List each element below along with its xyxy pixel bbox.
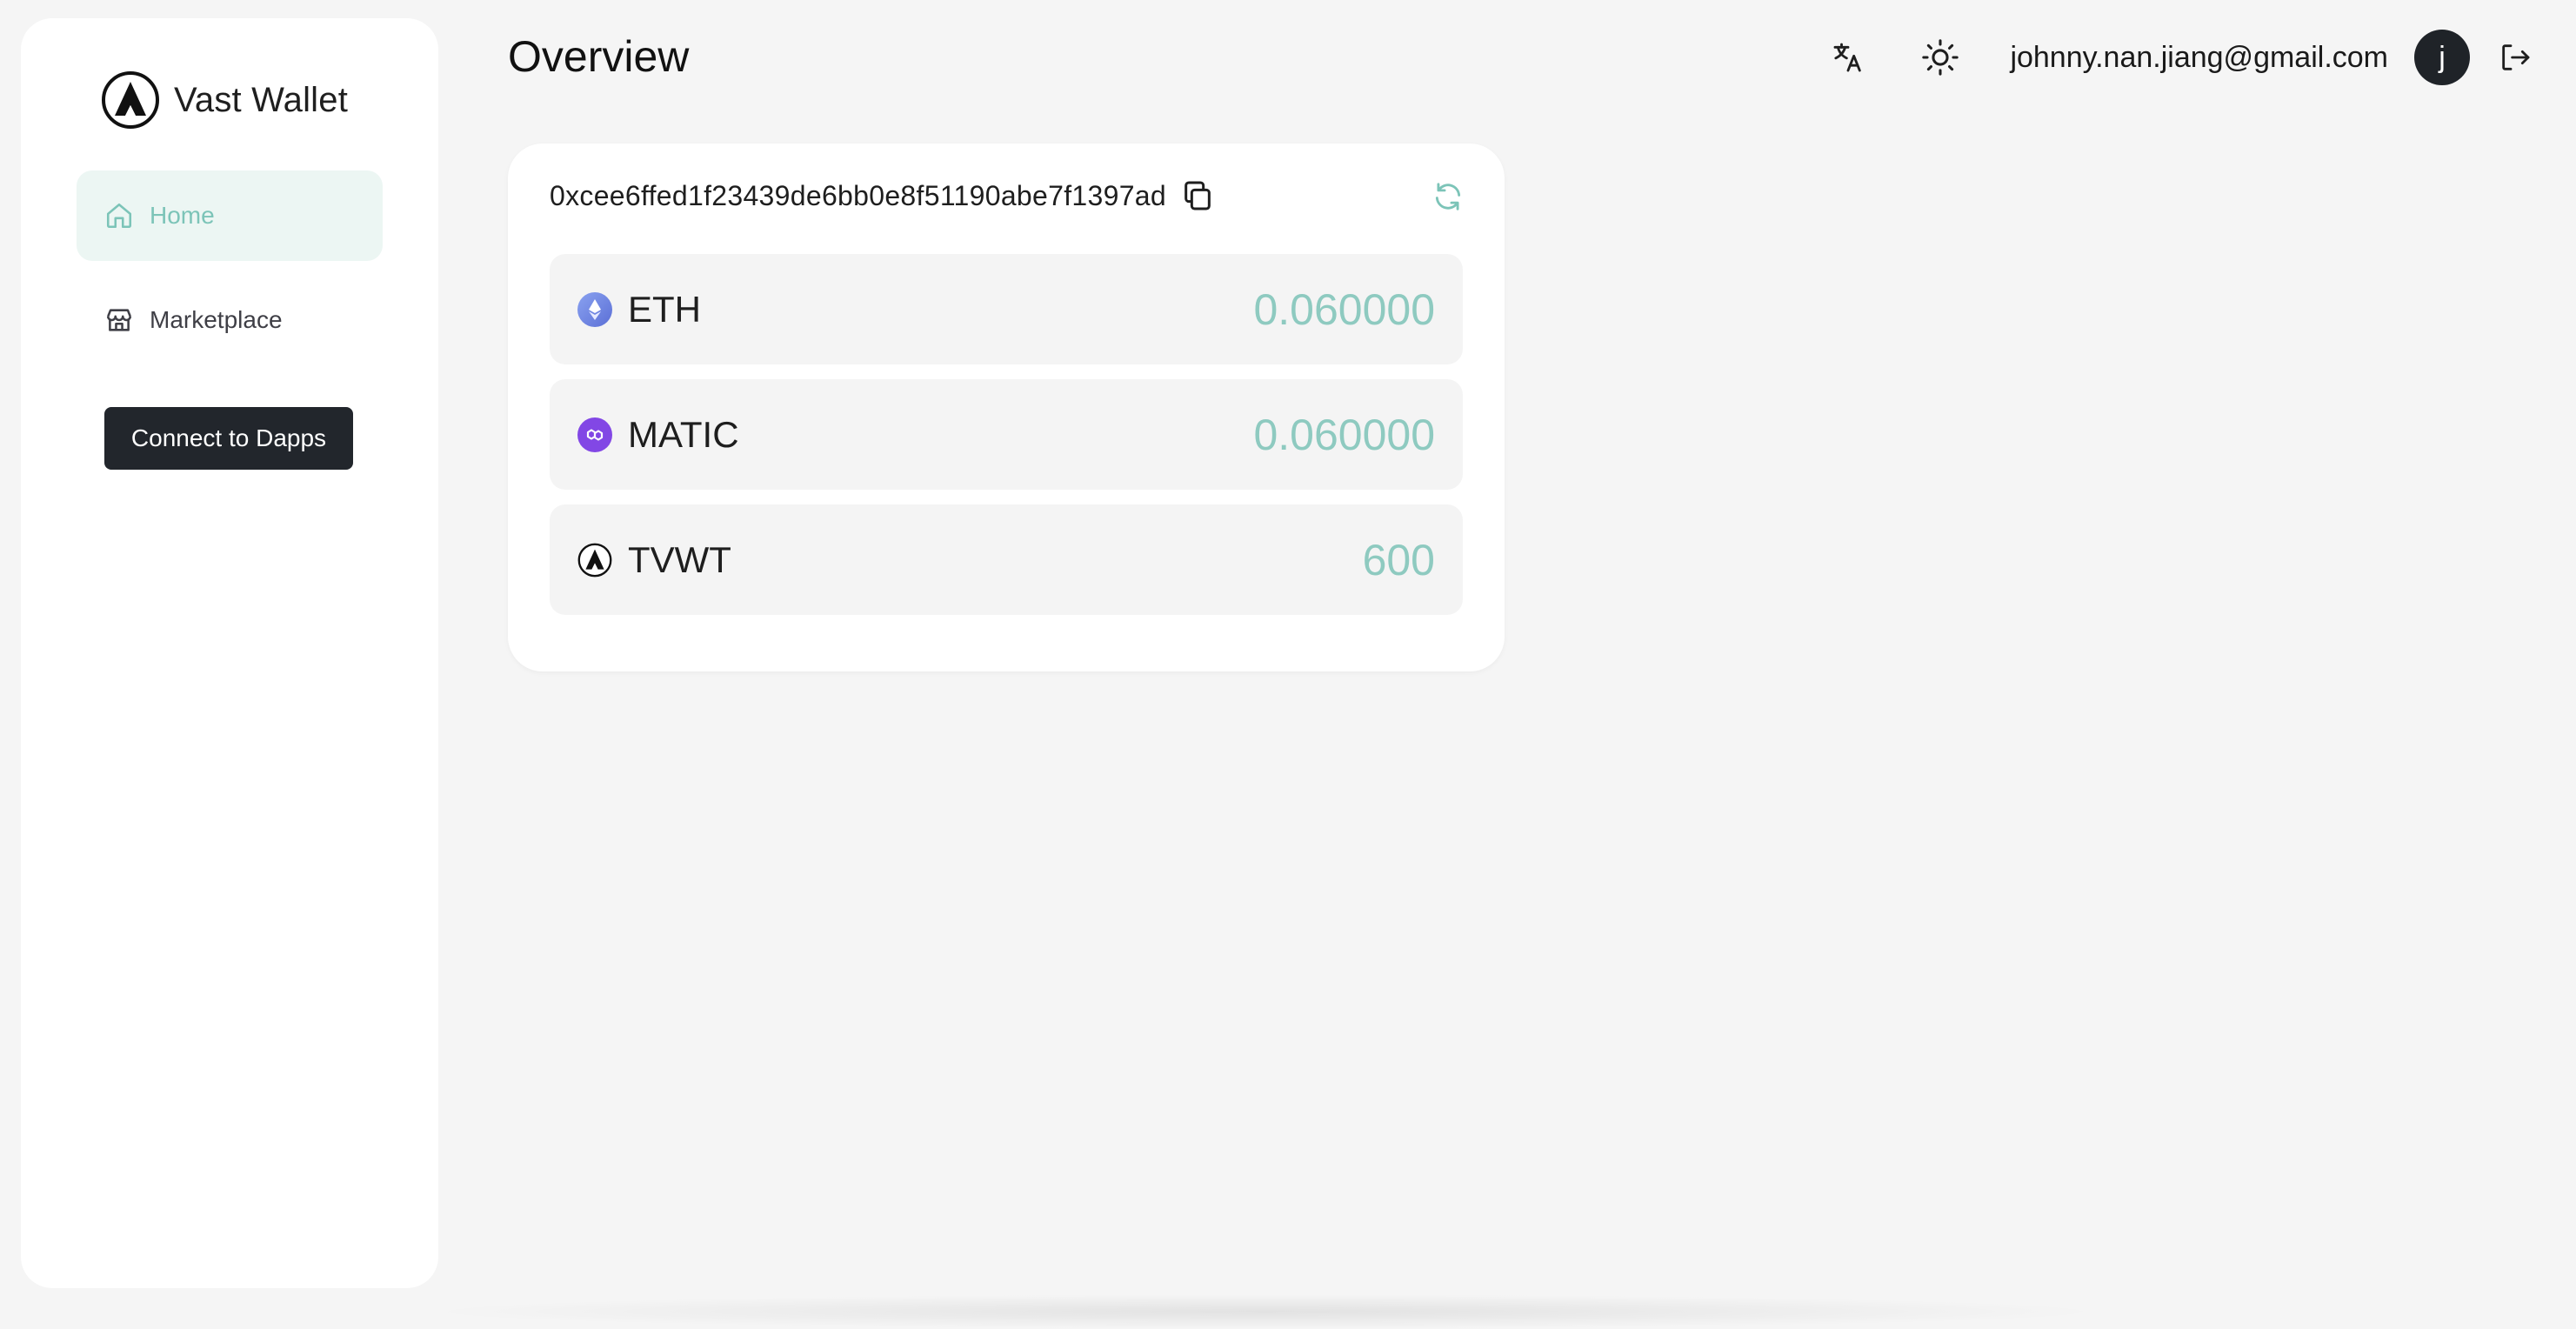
wallet-address-row: 0xcee6ffed1f23439de6bb0e8f51190abe7f1397… [550, 178, 1215, 213]
token-row-tvwt[interactable]: TVWT 600 [550, 504, 1463, 615]
vast-wallet-logo-icon [101, 70, 160, 130]
token-balance: 0.060000 [1253, 284, 1435, 334]
refresh-icon[interactable] [1431, 180, 1465, 213]
token-balance: 0.060000 [1253, 410, 1435, 459]
token-row-matic[interactable]: MATIC 0.060000 [550, 379, 1463, 490]
logout-icon[interactable] [2489, 31, 2541, 83]
sidebar-item-label: Home [150, 202, 215, 229]
token-balance: 600 [1362, 535, 1435, 584]
sidebar-item-label: Marketplace [150, 306, 283, 333]
token-symbol: TVWT [628, 538, 731, 580]
token-symbol: ETH [628, 288, 701, 330]
brand-name: Vast Wallet [174, 80, 349, 119]
wallet-address: 0xcee6ffed1f23439de6bb0e8f51190abe7f1397… [550, 179, 1166, 211]
brand[interactable]: Vast Wallet [101, 70, 348, 130]
bottom-shadow [417, 1294, 2113, 1329]
copy-icon[interactable] [1180, 178, 1215, 213]
avatar[interactable]: j [2414, 30, 2470, 85]
translate-icon[interactable] [1822, 31, 1874, 83]
topbar: johnny.nan.jiang@gmail.com j [1822, 30, 2541, 85]
sun-icon[interactable] [1914, 31, 1966, 83]
wallet-card: 0xcee6ffed1f23439de6bb0e8f51190abe7f1397… [508, 144, 1505, 671]
store-icon [104, 305, 134, 335]
sidebar: Vast Wallet Home Marketplace Connect to … [21, 18, 438, 1288]
tvwt-icon [577, 543, 612, 578]
token-symbol: MATIC [628, 413, 739, 455]
page-title: Overview [508, 32, 690, 81]
matic-icon [577, 417, 612, 452]
sidebar-item-marketplace[interactable]: Marketplace [77, 275, 383, 365]
eth-icon [577, 291, 612, 327]
sidebar-item-home[interactable]: Home [77, 170, 383, 261]
token-row-eth[interactable]: ETH 0.060000 [550, 254, 1463, 364]
user-email: johnny.nan.jiang@gmail.com [2010, 40, 2388, 74]
connect-to-dapps-button[interactable]: Connect to Dapps [104, 407, 353, 470]
home-icon [104, 201, 134, 230]
